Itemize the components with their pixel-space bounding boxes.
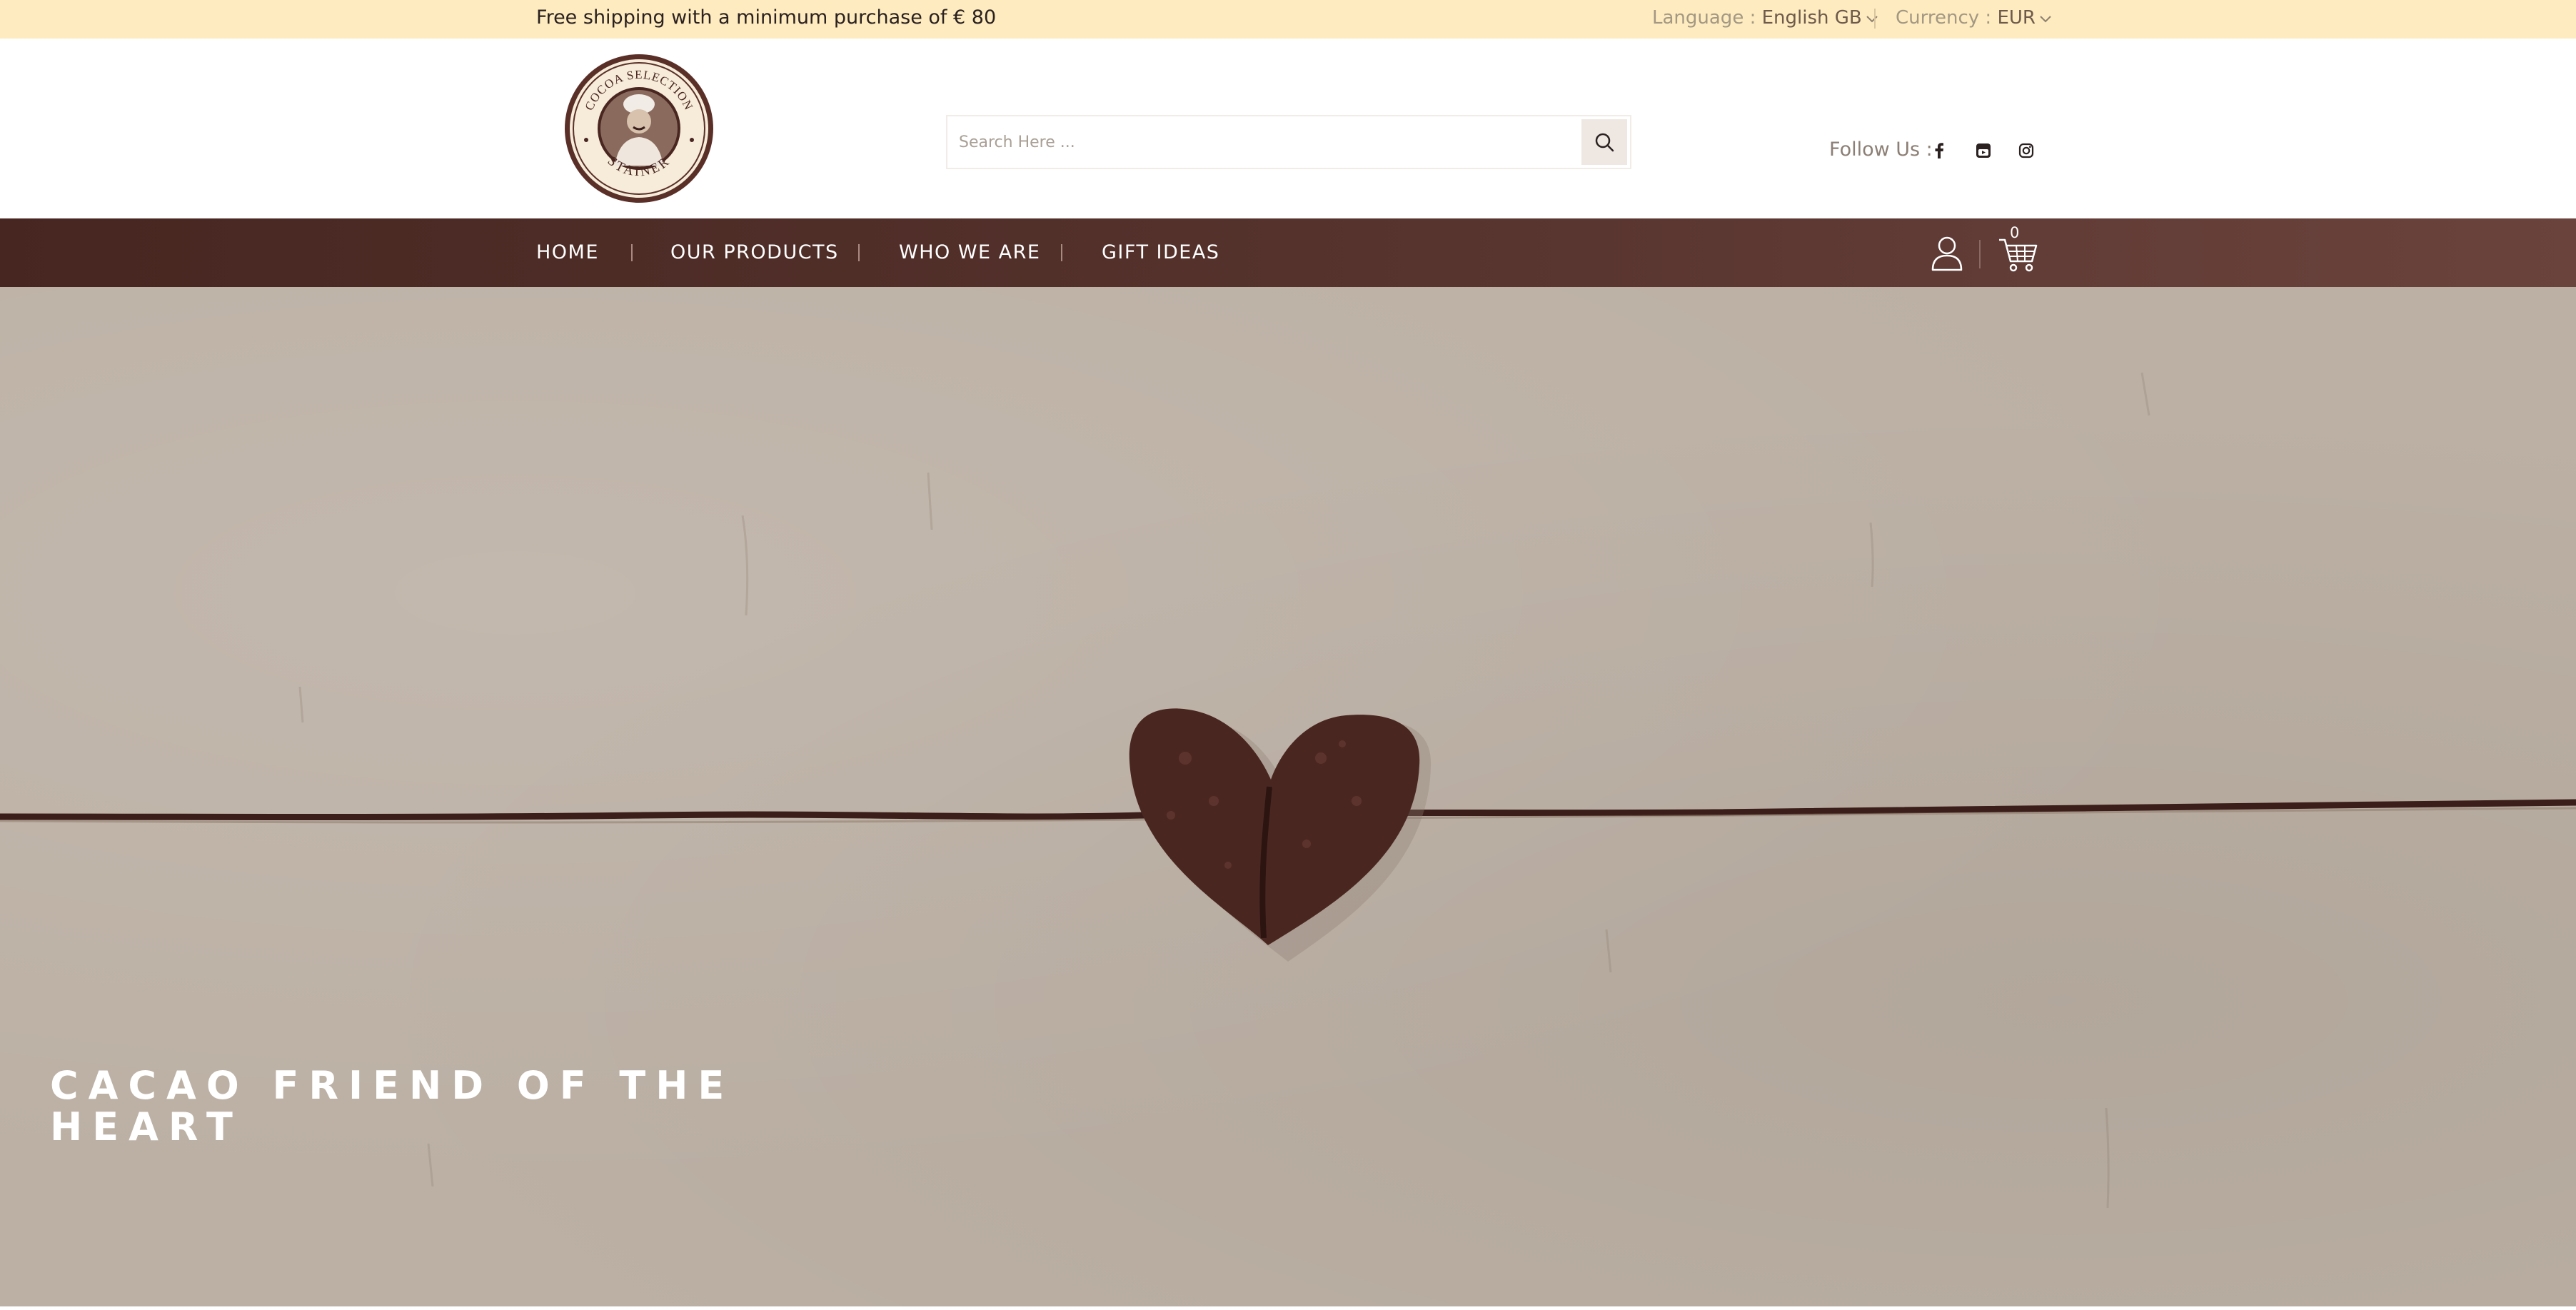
hero-title-line-2: HEART [50, 1104, 243, 1149]
site-header: COCOA SELECTION STAINER Follow Us : [0, 39, 2576, 218]
free-shipping-text: Free shipping with a minimum purchase of… [536, 6, 997, 29]
currency-value: EUR [1997, 7, 2036, 29]
topbar-divider [1874, 9, 1876, 29]
hero-title: CACAO FRIEND OF THE HEART [50, 1065, 835, 1148]
hero-banner[interactable]: CACAO FRIEND OF THE HEART [0, 287, 2576, 1306]
nav-divider [1061, 244, 1062, 261]
main-navigation: HOME OUR PRODUCTS WHO WE ARE GIFT IDEAS … [0, 218, 2576, 287]
instagram-icon [2018, 143, 2034, 158]
nav-divider [858, 244, 860, 261]
top-announcement-bar: Free shipping with a minimum purchase of… [0, 0, 2576, 39]
currency-selector[interactable]: Currency : EUR [1896, 0, 2053, 39]
page-bottom-edge [0, 1306, 2576, 1310]
search-box [946, 115, 1631, 169]
cacao-heart [1129, 708, 1420, 945]
brand-logo[interactable]: COCOA SELECTION STAINER [562, 51, 716, 206]
nav-icon-divider [1979, 240, 1981, 268]
nav-item-our-products[interactable]: OUR PRODUCTS [670, 218, 839, 287]
instagram-link[interactable] [2015, 139, 2038, 162]
nav-item-who-we-are[interactable]: WHO WE ARE [899, 218, 1040, 287]
youtube-link[interactable] [1972, 139, 1995, 162]
language-value: English GB [1761, 7, 1862, 29]
nav-item-gift-ideas[interactable]: GIFT IDEAS [1102, 218, 1219, 287]
nav-divider [631, 244, 633, 261]
youtube-icon [1976, 143, 1991, 158]
follow-us-label: Follow Us : [1829, 138, 1933, 161]
chevron-down-icon [2040, 15, 2051, 22]
cart-count-badge: 0 [2010, 224, 2020, 241]
user-account-icon[interactable] [1929, 234, 1965, 273]
search-input[interactable] [947, 116, 1583, 168]
hero-title-line-1: CACAO FRIEND OF THE [50, 1063, 735, 1108]
hero-image [0, 372, 2576, 1209]
nav-item-home[interactable]: HOME [536, 218, 599, 287]
language-label: Language : [1652, 7, 1762, 29]
facebook-icon [1935, 143, 1943, 158]
currency-label: Currency : [1896, 7, 1998, 29]
language-selector[interactable]: Language : English GB [1652, 0, 1879, 39]
facebook-link[interactable] [1928, 139, 1951, 162]
chevron-down-icon [1866, 15, 1878, 22]
search-button[interactable] [1581, 119, 1627, 165]
search-icon [1595, 133, 1614, 152]
